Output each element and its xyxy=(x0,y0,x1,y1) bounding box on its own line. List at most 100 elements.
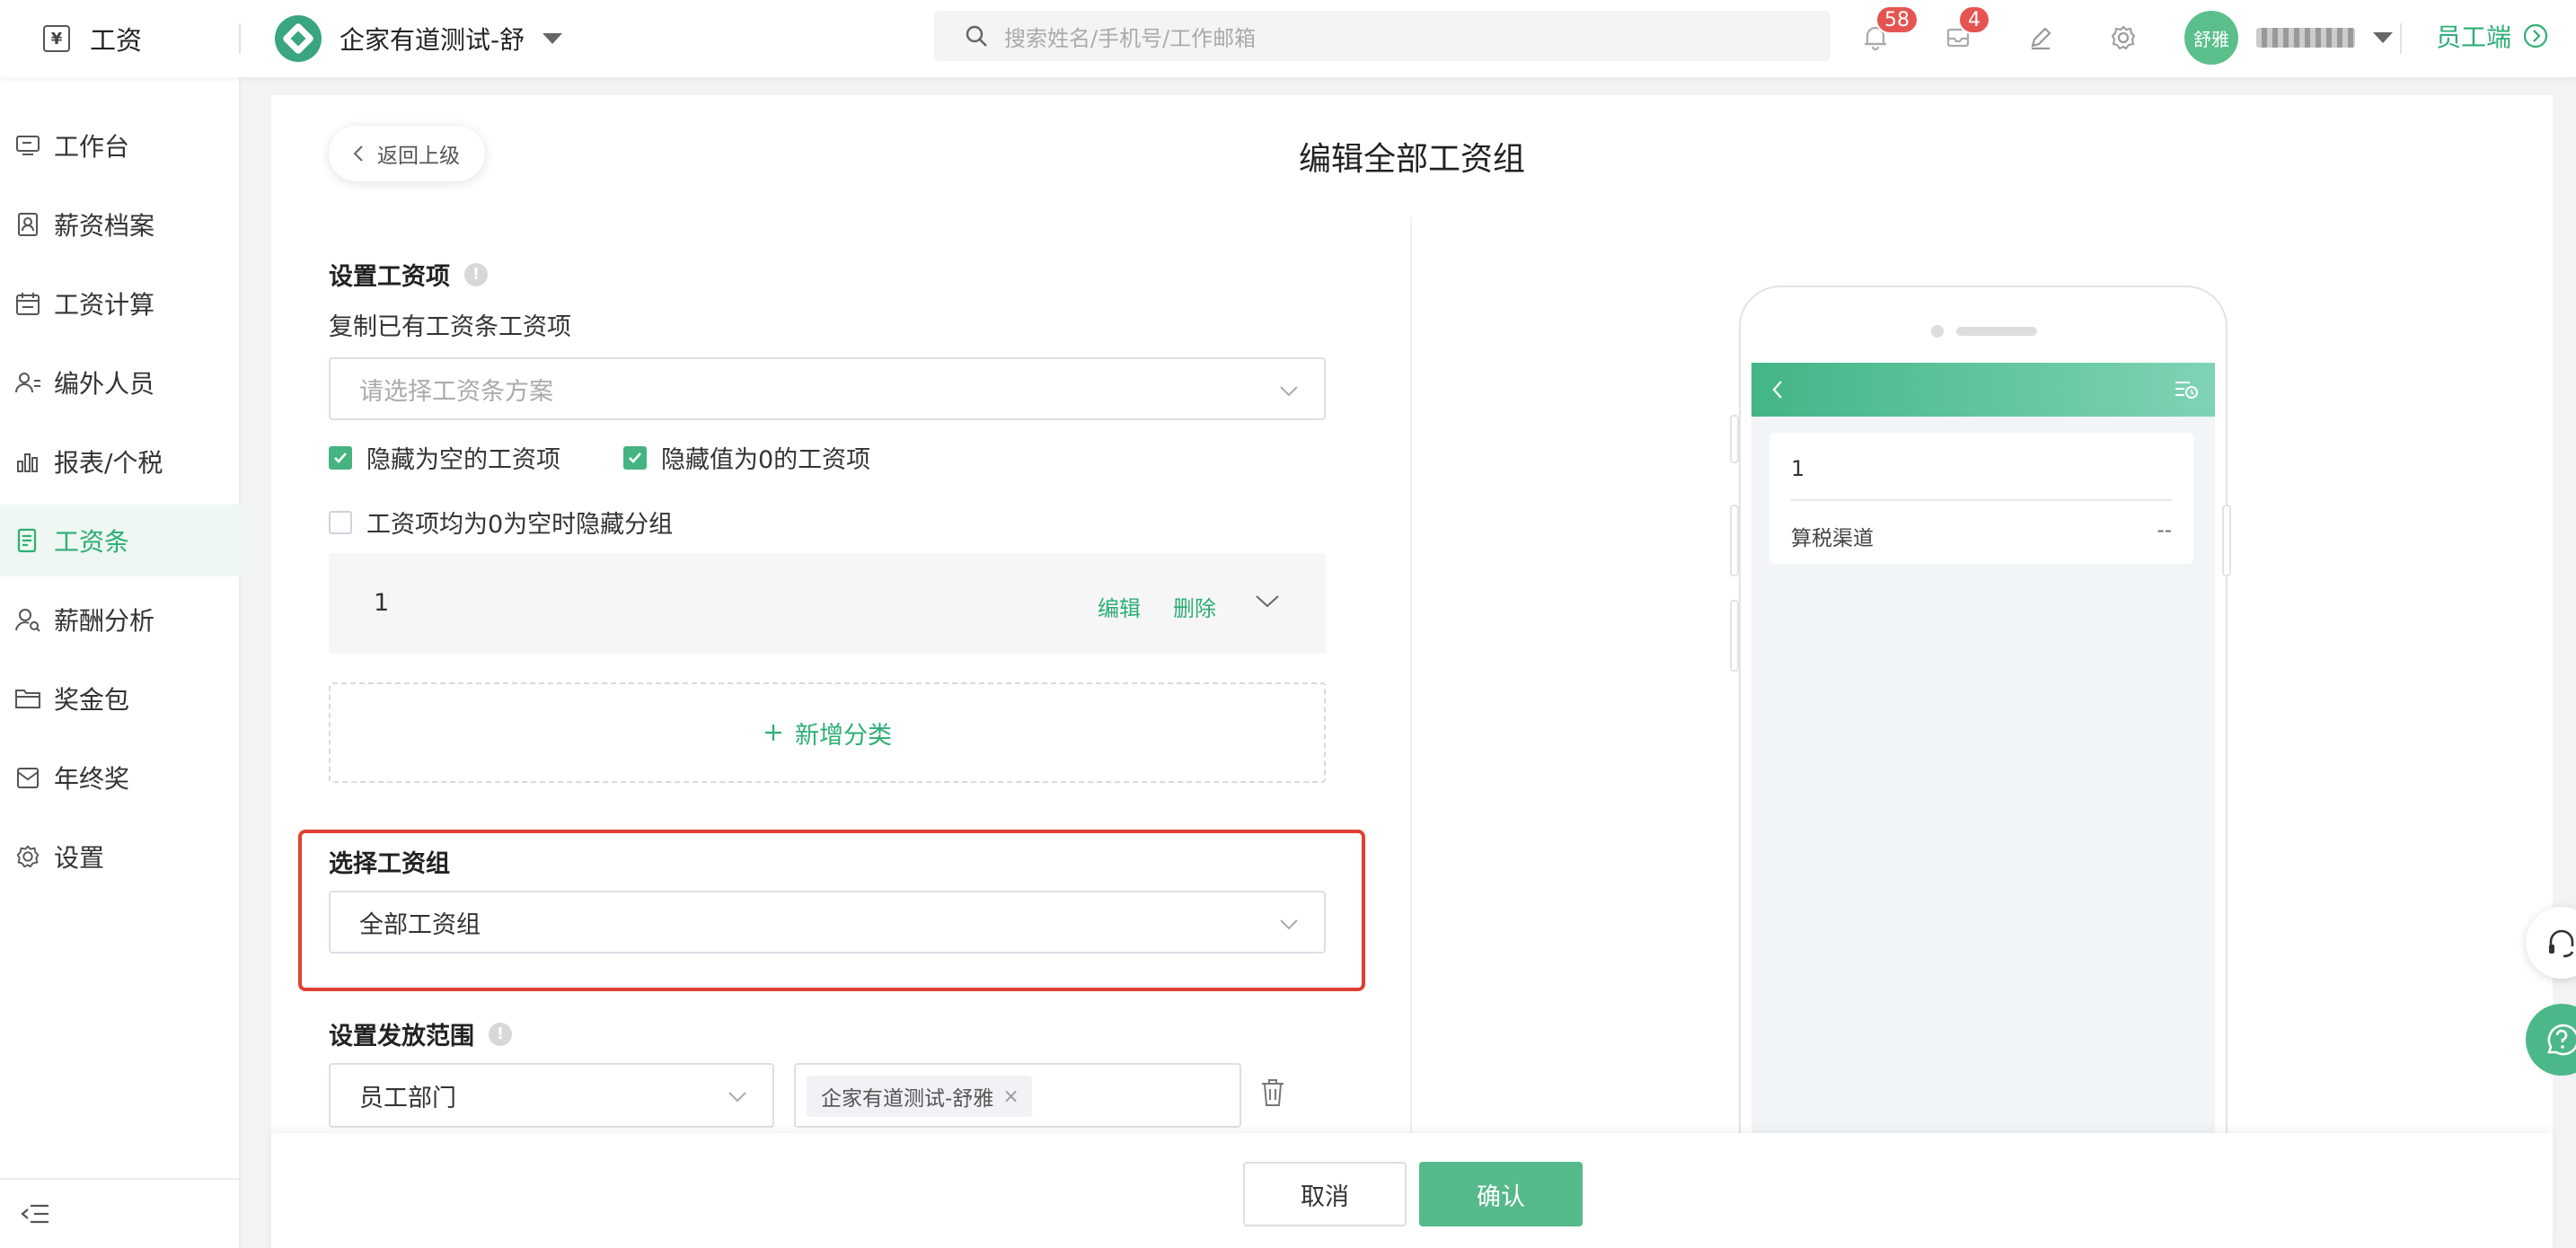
divider xyxy=(1791,499,2172,501)
hide-empty-checkbox[interactable]: 隐藏为空的工资项 xyxy=(329,440,560,475)
delete-link[interactable]: 删除 xyxy=(1173,591,1216,622)
divider xyxy=(239,23,241,54)
phone-side-button xyxy=(1730,600,1739,672)
preview-row-label: 算税渠道 xyxy=(1791,527,1874,550)
sidebar-item-label: 年终奖 xyxy=(54,764,130,794)
profile-icon xyxy=(14,211,41,238)
person-search-icon xyxy=(14,606,41,633)
page-title: 编辑全部工资组 xyxy=(1298,141,1525,178)
phone-side-button xyxy=(2222,505,2231,576)
sidebar-item-label: 工资计算 xyxy=(54,290,155,320)
top-bar: ¥ 工资 企家有道测试-舒 搜索姓名/手机号/工作邮箱 58 4 舒雅 员工端 xyxy=(0,0,2576,77)
checkbox-checked[interactable] xyxy=(623,445,647,470)
notification-button[interactable]: 58 xyxy=(1856,5,1919,57)
hide-empty-label: 隐藏为空的工资项 xyxy=(366,446,560,474)
hide-group-checkbox[interactable]: 工资项均为0为空时隐藏分组 xyxy=(329,505,673,540)
divider xyxy=(2400,23,2402,54)
sidebar-item-year-end-bonus[interactable]: 年终奖 xyxy=(0,742,241,813)
cancel-button[interactable]: 取消 xyxy=(1243,1162,1407,1226)
sidebar-item-external-staff[interactable]: 编外人员 xyxy=(0,347,241,418)
confirm-button[interactable]: 确认 xyxy=(1419,1162,1583,1226)
inbox-button[interactable]: 4 xyxy=(1938,5,1990,57)
add-category-button[interactable]: 新增分类 xyxy=(329,682,1326,783)
caret-down-icon xyxy=(543,33,563,44)
gift-icon xyxy=(14,764,41,791)
salary-group-select[interactable]: 全部工资组 xyxy=(329,891,1326,954)
edit-link[interactable]: 编辑 xyxy=(1098,591,1141,622)
employee-portal-link[interactable]: 员工端 xyxy=(2436,18,2549,54)
arrow-circle-icon xyxy=(2523,23,2548,48)
yen-icon: ¥ xyxy=(43,25,70,52)
chevron-down-icon[interactable] xyxy=(1254,589,1281,612)
preview-row-value: -- xyxy=(2157,519,2172,542)
department-tag-label: 企家有道测试-舒雅 xyxy=(821,1087,994,1111)
sidebar-item-workbench[interactable]: 工作台 xyxy=(0,110,241,181)
back-button[interactable]: 返回上级 xyxy=(329,126,485,181)
hide-zero-checkbox[interactable]: 隐藏值为0的工资项 xyxy=(623,440,870,475)
phone-speaker xyxy=(1956,327,2037,336)
sidebar-item-bonus-pool[interactable]: 奖金包 xyxy=(0,663,241,734)
caret-down-icon xyxy=(2373,32,2393,43)
settings-button[interactable] xyxy=(2104,18,2143,57)
select-group-heading: 选择工资组 xyxy=(329,844,450,879)
salary-group-value: 全部工资组 xyxy=(359,910,481,939)
select-group-label: 选择工资组 xyxy=(329,850,450,878)
copy-scheme-placeholder: 请选择工资条方案 xyxy=(359,377,553,406)
headset-icon xyxy=(2549,929,2574,958)
hide-zero-label: 隐藏值为0的工资项 xyxy=(661,446,871,474)
search-input[interactable]: 搜索姓名/手机号/工作邮箱 xyxy=(934,11,1831,61)
checkbox-checked[interactable] xyxy=(329,445,352,470)
salary-group-row: 1 编辑 删除 xyxy=(329,553,1326,654)
sidebar-item-label: 奖金包 xyxy=(54,685,130,715)
phone-camera xyxy=(1931,325,1944,338)
history-icon xyxy=(2175,382,2198,399)
company-name: 企家有道测试-舒 xyxy=(340,25,525,55)
user-name-redacted xyxy=(2256,28,2355,48)
question-icon xyxy=(2547,1024,2576,1056)
info-icon[interactable]: ! xyxy=(489,1022,512,1046)
bar-chart-icon xyxy=(14,448,41,475)
close-icon[interactable]: × xyxy=(1002,1085,1019,1108)
sidebar-item-compensation-analysis[interactable]: 薪酬分析 xyxy=(0,584,241,655)
sidebar-item-reports[interactable]: 报表/个税 xyxy=(0,426,241,497)
sidebar-item-salary-calc[interactable]: 工资计算 xyxy=(0,268,241,339)
sidebar-item-settings[interactable]: 设置 xyxy=(0,821,241,892)
phone-side-button xyxy=(1730,505,1739,576)
sidebar-item-label: 编外人员 xyxy=(54,369,155,399)
sidebar-item-label: 工作台 xyxy=(54,132,130,162)
group-name: 1 xyxy=(374,589,390,617)
back-label: 返回上级 xyxy=(377,145,460,168)
preview-group-name: 1 xyxy=(1791,456,1805,481)
set-items-heading: 设置工资项 ! xyxy=(329,257,488,292)
app-title: 工资 xyxy=(90,25,143,56)
folder-icon xyxy=(14,685,41,712)
monitor-icon xyxy=(14,132,41,159)
edit-button[interactable] xyxy=(2021,18,2060,57)
collapse-sidebar-button[interactable] xyxy=(0,1178,241,1248)
app-brand[interactable]: ¥ 工资 xyxy=(43,18,142,59)
range-type-select[interactable]: 员工部门 xyxy=(329,1063,774,1128)
divider xyxy=(1410,217,1412,1248)
user-menu[interactable]: 舒雅 xyxy=(2184,9,2393,66)
plus-icon xyxy=(765,725,781,741)
copy-scheme-select[interactable]: 请选择工资条方案 xyxy=(329,357,1326,420)
sidebar-item-label: 报表/个税 xyxy=(54,448,163,478)
range-label: 设置发放范围 xyxy=(329,1023,474,1050)
company-logo-icon xyxy=(275,15,322,62)
range-tag-input[interactable]: 企家有道测试-舒雅 × xyxy=(794,1063,1241,1128)
hide-group-label: 工资项均为0为空时隐藏分组 xyxy=(366,511,674,539)
chevron-down-icon xyxy=(1280,386,1298,397)
add-category-label: 新增分类 xyxy=(795,721,892,750)
sidebar-item-label: 薪酬分析 xyxy=(54,606,155,636)
sidebar-item-label: 薪资档案 xyxy=(54,211,155,241)
gear-icon xyxy=(14,843,41,870)
chevron-left-icon xyxy=(353,145,363,162)
trash-icon[interactable] xyxy=(1259,1077,1286,1108)
info-icon[interactable]: ! xyxy=(464,262,488,286)
set-items-label: 设置工资项 xyxy=(329,263,450,291)
checkbox-unchecked[interactable] xyxy=(329,510,352,534)
sidebar-item-salary-profile[interactable]: 薪资档案 xyxy=(0,189,241,260)
company-switcher[interactable]: 企家有道测试-舒 xyxy=(275,13,563,65)
search-icon xyxy=(966,25,987,47)
sidebar-item-payslip[interactable]: 工资条 xyxy=(0,505,241,576)
